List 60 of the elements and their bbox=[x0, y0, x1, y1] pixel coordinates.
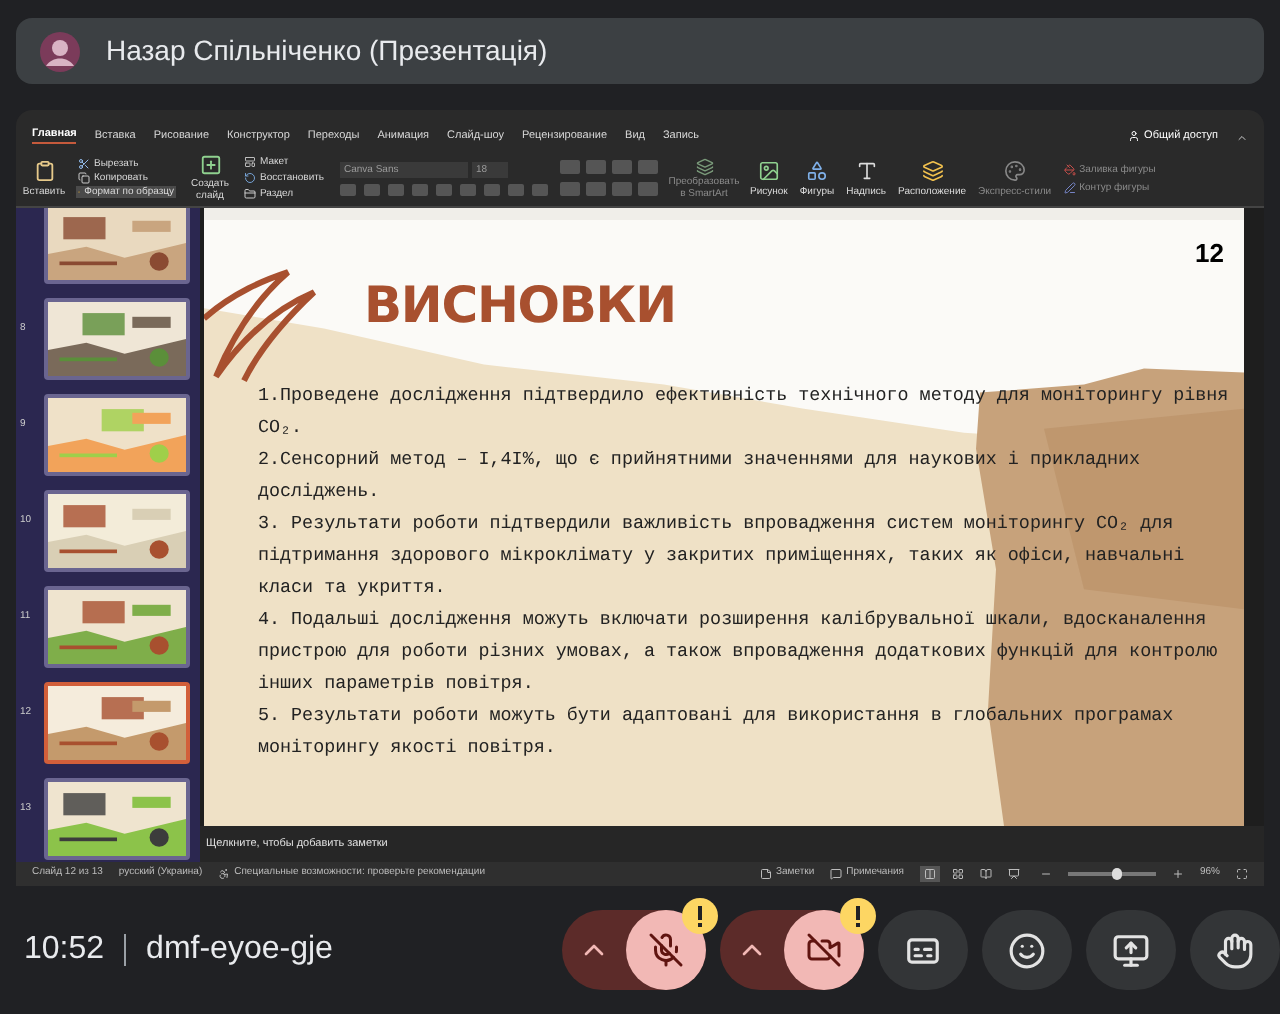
shapes-icon bbox=[805, 159, 828, 181]
conclusion-text: 2.Сенсорний метод – I,4I%, що є прийнятними значеннями для наукових і прикладних досліджень. bbox=[258, 445, 1143, 505]
note-icon bbox=[759, 868, 772, 880]
conclusion-text: 5. Результати роботи можуть бути адаптовані для використання в глобальних програмах моніторингу якості повітря. bbox=[258, 701, 1176, 761]
comment-icon bbox=[830, 868, 843, 880]
slideshow-icon bbox=[1007, 868, 1020, 880]
text-icon bbox=[855, 159, 878, 181]
present-button[interactable] bbox=[1086, 910, 1176, 990]
conclusion-text: 3. Результати роботи підтвердили важливість впровадження систем моніторингу CO₂ для підтримання здорового мікроклімату у закритих приміщеннях, таких як офіси, навчальні класи та укриття. bbox=[258, 509, 1187, 601]
captions-button[interactable] bbox=[878, 910, 968, 990]
conclusion-text: 1.Проведене дослідження підтвердило ефективність технічного методу для моніторингу рівня CO₂. bbox=[258, 381, 1231, 441]
meeting-code: dmf-eyoe-gje bbox=[146, 930, 333, 970]
scissors-icon bbox=[78, 158, 90, 170]
zoom-out-icon[interactable] bbox=[1039, 868, 1052, 880]
accessibility-icon bbox=[218, 868, 231, 880]
slide-thumbnail[interactable] bbox=[44, 586, 190, 668]
pen-icon bbox=[1063, 181, 1076, 193]
zoom-thumb[interactable] bbox=[1111, 868, 1122, 880]
view-button[interactable] bbox=[975, 866, 996, 882]
smile-icon bbox=[1008, 931, 1046, 969]
camera-off-icon bbox=[806, 932, 842, 968]
layers-icon bbox=[921, 159, 944, 181]
mic-button[interactable] bbox=[626, 910, 706, 990]
clipboard-icon bbox=[33, 159, 55, 181]
folder-icon bbox=[244, 188, 256, 200]
person-icon bbox=[1128, 130, 1141, 142]
slide-thumbnail[interactable] bbox=[44, 394, 190, 476]
slide-thumbnail[interactable] bbox=[44, 682, 190, 764]
slide-thumbnail[interactable] bbox=[44, 208, 190, 284]
conclusion-text: 4. Подальші дослідження можуть включати розширення калібрувальної шкали, вдосканалення пристрою для роботи різних умовах, а також впровадження додаткових функцій для контролю інших параметрів повітря. bbox=[258, 605, 1220, 697]
normal-view-icon bbox=[923, 868, 936, 880]
camera-button[interactable] bbox=[784, 910, 864, 990]
raise-hand-button[interactable] bbox=[1190, 910, 1280, 990]
slide-thumbnail[interactable] bbox=[44, 778, 190, 860]
paint-bucket-icon bbox=[1063, 163, 1076, 175]
slide-title: ВИСНОВКИ bbox=[364, 276, 676, 334]
view-button[interactable] bbox=[947, 866, 968, 882]
reset-icon bbox=[244, 172, 256, 184]
meeting-time: 10:52 bbox=[24, 930, 105, 970]
reading-view-icon bbox=[979, 868, 992, 880]
new-slide-icon bbox=[199, 154, 221, 176]
slide-sorter-icon bbox=[951, 868, 964, 880]
hand-icon bbox=[1216, 931, 1254, 969]
smartart-icon bbox=[695, 157, 713, 175]
present-screen-icon bbox=[1112, 931, 1150, 969]
image-icon bbox=[757, 159, 780, 181]
avatar-icon bbox=[40, 31, 80, 71]
slide-thumbnail[interactable] bbox=[44, 298, 190, 380]
presenter-name: Назар Спільніченко (Презентація) bbox=[106, 32, 548, 70]
palette-icon bbox=[1003, 159, 1026, 181]
slide-thumbnail[interactable] bbox=[44, 490, 190, 572]
slide-number: 12 bbox=[1195, 236, 1224, 272]
copy-icon bbox=[78, 172, 90, 184]
collapse-icon bbox=[1236, 132, 1248, 144]
view-button[interactable] bbox=[919, 866, 940, 882]
layout-icon bbox=[244, 156, 256, 168]
zoom-in-icon[interactable] bbox=[1171, 868, 1184, 880]
mic-off-icon bbox=[648, 932, 684, 968]
view-button[interactable] bbox=[1003, 866, 1024, 882]
reactions-button[interactable] bbox=[982, 910, 1072, 990]
